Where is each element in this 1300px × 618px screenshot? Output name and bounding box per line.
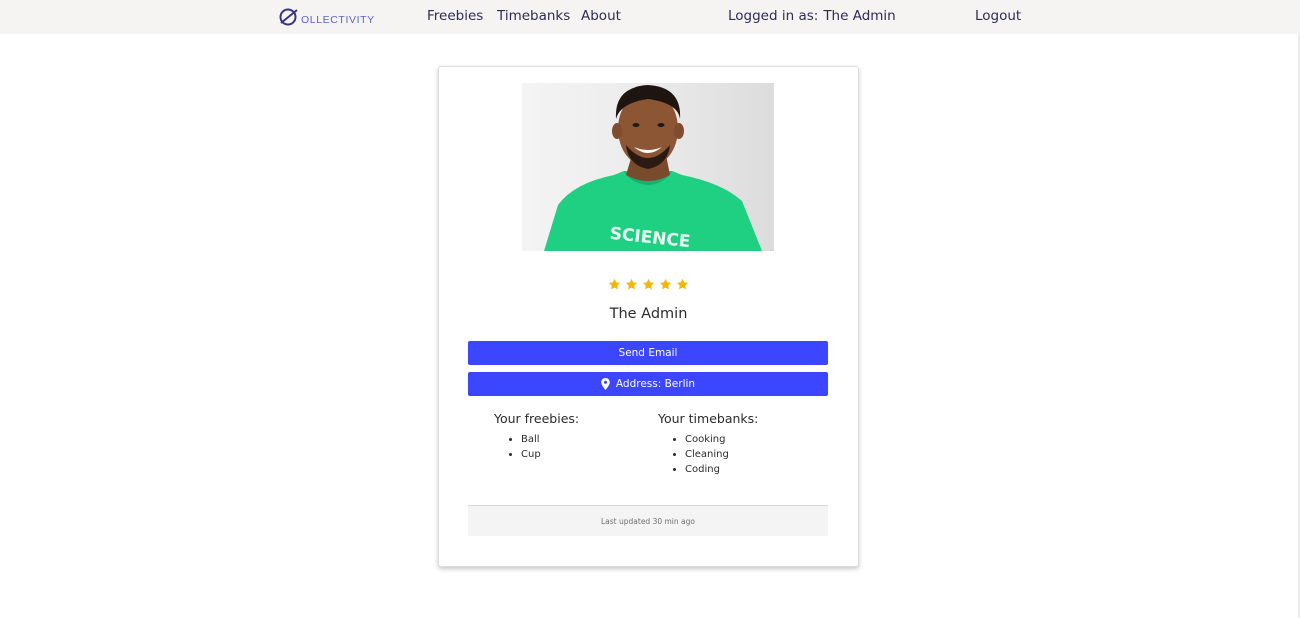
collectivity-logo[interactable]: OLLECTIVITY — [278, 7, 375, 27]
nav-freebies-link[interactable]: Freebies — [427, 8, 483, 24]
rating-stars — [439, 278, 858, 291]
timebanks-section: Your timebanks: Cooking Cleaning Coding — [658, 411, 758, 477]
profile-photo: SCIENCE — [522, 83, 774, 251]
send-email-label: Send Email — [618, 347, 678, 359]
send-email-button[interactable]: Send Email — [468, 341, 828, 365]
profile-name: The Admin — [609, 306, 688, 322]
logged-in-user: The Admin — [823, 8, 896, 24]
logout-link[interactable]: Logout — [975, 8, 1021, 24]
star-icon — [642, 278, 655, 290]
timebanks-list: Cooking Cleaning Coding — [658, 432, 758, 477]
nav-about-link[interactable]: About — [581, 8, 621, 24]
profile-card: SCIENCE The Admin Send Email Address: Be… — [438, 66, 859, 567]
logged-in-status: Logged in as: The Admin — [728, 8, 896, 24]
timebank-item[interactable]: Coding — [685, 462, 758, 477]
timebanks-title: Your timebanks: — [658, 411, 759, 426]
top-navbar: OLLECTIVITY Freebies Timebanks About Log… — [0, 0, 1300, 34]
card-footer: Last updated 30 min ago — [468, 505, 828, 536]
freebies-title: Your freebies: — [494, 411, 580, 426]
address-button[interactable]: Address: Berlin — [468, 372, 828, 396]
star-icon — [676, 278, 689, 290]
address-label: Address: Berlin — [615, 378, 696, 390]
profile-photo-image: SCIENCE — [522, 83, 774, 251]
timebank-item[interactable]: Cleaning — [685, 447, 758, 462]
freebie-item[interactable]: Ball — [521, 432, 579, 447]
star-icon — [659, 278, 672, 290]
star-icon — [608, 278, 621, 290]
freebies-list: Ball Cup — [494, 432, 579, 462]
last-updated-text: Last updated 30 min ago — [601, 516, 695, 526]
freebies-section: Your freebies: Ball Cup — [494, 411, 579, 462]
star-icon — [625, 278, 638, 290]
nav-timebanks-link[interactable]: Timebanks — [497, 8, 570, 24]
logged-in-label: Logged in as: — [728, 8, 819, 24]
timebank-item[interactable]: Cooking — [685, 432, 758, 447]
map-marker-icon — [601, 378, 610, 390]
logo-mark-icon — [279, 8, 298, 26]
freebie-item[interactable]: Cup — [521, 447, 579, 462]
logo-text: OLLECTIVITY — [301, 13, 375, 26]
